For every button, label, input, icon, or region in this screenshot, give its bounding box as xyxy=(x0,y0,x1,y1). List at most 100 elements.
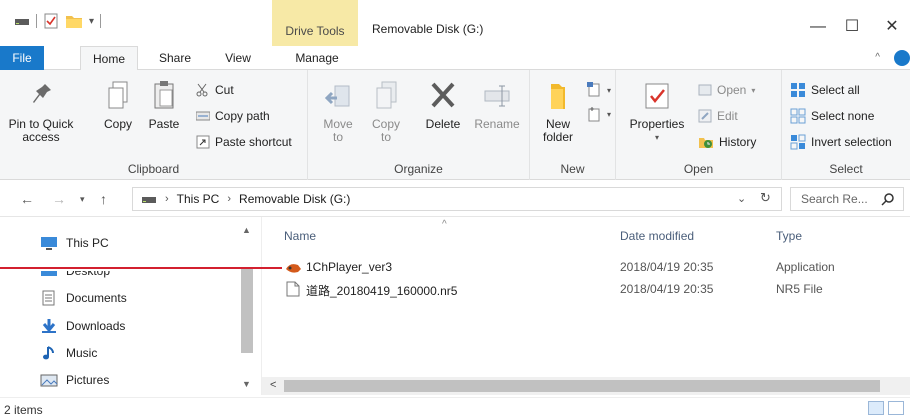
easy-access-button[interactable]: ▾ xyxy=(586,104,611,124)
sort-ascending-icon: ^ xyxy=(442,219,447,230)
new-folder-icon[interactable] xyxy=(65,13,83,29)
open-group-label: Open xyxy=(683,162,714,176)
nav-item-desktop[interactable]: Desktop xyxy=(40,271,110,281)
nav-item-downloads[interactable]: Downloads xyxy=(40,316,125,336)
drive-icon[interactable] xyxy=(14,15,30,27)
paste-button[interactable]: Paste xyxy=(144,78,184,131)
delete-label: Delete xyxy=(425,117,461,131)
tab-view[interactable]: View xyxy=(216,46,260,70)
nav-item-documents[interactable]: Documents xyxy=(40,288,127,308)
breadcrumb-chevron-icon[interactable]: › xyxy=(227,193,231,205)
minimize-button[interactable]: — xyxy=(806,15,830,39)
horizontal-scroll-thumb[interactable] xyxy=(284,380,880,392)
breadcrumb-this-pc[interactable]: This PC xyxy=(177,192,220,206)
address-dropdown-icon[interactable]: ⌄ xyxy=(737,192,746,205)
rename-button[interactable]: Rename xyxy=(472,78,522,131)
move-to-button[interactable]: Move to xyxy=(318,78,358,144)
scroll-left-icon[interactable]: < xyxy=(270,379,276,391)
breadcrumb-chevron-icon[interactable]: › xyxy=(165,193,169,205)
drive-icon xyxy=(142,197,156,203)
invert-selection-button[interactable]: Invert selection xyxy=(790,132,892,152)
tab-home[interactable]: Home xyxy=(80,46,138,71)
download-arrow-icon xyxy=(42,319,56,333)
open-label: Open xyxy=(717,83,747,97)
file-type: Application xyxy=(776,260,835,274)
properties-button[interactable]: Properties ▾ xyxy=(624,78,690,144)
separator xyxy=(100,14,102,28)
column-header-name[interactable]: Name xyxy=(284,229,316,243)
scroll-up-icon[interactable]: ▲ xyxy=(242,225,251,235)
edit-button[interactable]: Edit xyxy=(698,106,738,126)
pin-to-quick-access-button[interactable]: Pin to Quick access xyxy=(6,78,76,144)
nav-pane-scrollbar[interactable]: ▲ ▼ xyxy=(240,225,254,395)
new-item-button[interactable]: ▾ xyxy=(586,80,611,100)
drive-tools-context-tab: Drive Tools xyxy=(272,0,358,46)
table-row[interactable]: 道路_20180419_160000.nr5 2018/04/19 20:35 … xyxy=(264,279,904,301)
address-bar[interactable]: › This PC › Removable Disk (G:) xyxy=(132,187,782,211)
select-none-button[interactable]: Select none xyxy=(790,106,874,126)
tab-share[interactable]: Share xyxy=(150,46,200,70)
open-button[interactable]: Open ▾ xyxy=(698,80,755,100)
clipboard-group-label: Clipboard xyxy=(127,162,180,176)
easy-access-icon xyxy=(588,107,600,122)
nav-item-pictures[interactable]: Pictures xyxy=(40,370,109,390)
table-row[interactable]: 1ChPlayer_ver3 2018/04/19 20:35 Applicat… xyxy=(264,257,904,279)
chevron-down-icon: ▾ xyxy=(607,85,612,95)
copy-to-button[interactable]: Copy to xyxy=(366,78,406,144)
chevron-down-icon: ▾ xyxy=(751,85,756,95)
paste-icon xyxy=(154,81,174,109)
nav-item-this-pc[interactable]: This PC xyxy=(40,233,109,253)
new-folder-button[interactable]: New folder xyxy=(536,78,580,144)
ribbon-tabs: File Home Share View Manage ^ xyxy=(0,46,910,71)
search-box[interactable]: Search Re... xyxy=(790,187,904,211)
back-arrow-icon[interactable]: ← xyxy=(20,191,34,207)
nav-item-label: Downloads xyxy=(66,319,126,333)
column-header-date-modified[interactable]: Date modified xyxy=(620,229,694,243)
chevron-down-icon: ▾ xyxy=(607,109,612,119)
copy-button[interactable]: Copy xyxy=(98,78,138,131)
open-icon xyxy=(698,84,712,96)
file-date: 2018/04/19 20:35 xyxy=(620,282,714,296)
details-view-icon[interactable] xyxy=(868,401,884,415)
select-group: Select all Select none Invert selection … xyxy=(782,70,910,180)
scroll-down-icon[interactable]: ▼ xyxy=(242,379,251,389)
tab-file[interactable]: File xyxy=(0,46,44,70)
column-header-type[interactable]: Type xyxy=(776,229,802,243)
close-button[interactable]: ✕ xyxy=(880,15,904,39)
properties-icon[interactable] xyxy=(43,13,59,29)
select-all-button[interactable]: Select all xyxy=(790,80,860,100)
customize-qat-icon[interactable]: ▾ xyxy=(89,16,94,27)
up-arrow-icon[interactable]: ↑ xyxy=(100,191,107,207)
forward-arrow-icon[interactable]: → xyxy=(52,191,66,207)
copy-path-button[interactable]: Copy path xyxy=(196,106,270,126)
recent-locations-chevron-icon[interactable]: ▾ xyxy=(80,194,85,205)
breadcrumb-removable-disk[interactable]: Removable Disk (G:) xyxy=(239,192,350,206)
chevron-down-icon: ▾ xyxy=(654,133,659,142)
paste-shortcut-button[interactable]: Paste shortcut xyxy=(196,132,292,152)
nav-scroll-thumb[interactable] xyxy=(241,269,253,353)
properties-check-icon xyxy=(645,83,669,109)
delete-button[interactable]: Delete xyxy=(420,78,466,131)
refresh-icon[interactable]: ↻ xyxy=(760,190,771,206)
title-bar: ▾ Drive Tools Removable Disk (G:) — ☐ ✕ xyxy=(0,0,910,46)
cut-label: Cut xyxy=(215,83,234,97)
music-note-icon xyxy=(43,346,54,360)
delete-icon xyxy=(431,82,455,108)
invert-selection-label: Invert selection xyxy=(811,135,892,149)
copy-path-icon xyxy=(196,111,210,121)
file-list-horizontal-scrollbar[interactable]: < xyxy=(262,377,910,395)
nav-item-label: Documents xyxy=(66,291,127,305)
select-group-label: Select xyxy=(829,162,863,176)
help-icon[interactable] xyxy=(894,50,910,66)
history-button[interactable]: History xyxy=(698,132,756,152)
chevron-up-icon[interactable]: ^ xyxy=(875,52,880,63)
edit-icon xyxy=(698,109,712,123)
new-item-icon xyxy=(587,82,600,97)
tab-manage[interactable]: Manage xyxy=(286,46,348,70)
maximize-button[interactable]: ☐ xyxy=(840,15,864,39)
cut-button[interactable]: Cut xyxy=(196,80,234,100)
large-icons-view-icon[interactable] xyxy=(888,401,904,415)
clipboard-group: Pin to Quick access Copy Paste Cut Copy … xyxy=(0,70,308,180)
rename-icon xyxy=(484,85,510,107)
nav-item-music[interactable]: Music xyxy=(40,343,97,363)
